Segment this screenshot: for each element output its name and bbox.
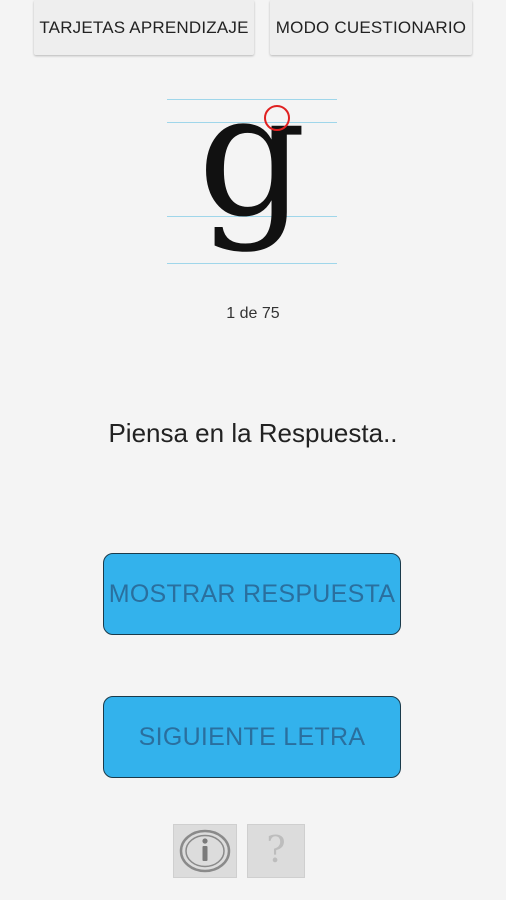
info-icon [179,829,231,873]
stroke-start-marker [264,105,290,131]
next-letter-button[interactable]: SIGUIENTE LETRA [103,696,401,778]
show-answer-button[interactable]: MOSTRAR RESPUESTA [103,553,401,635]
help-button[interactable]: ? [247,824,305,878]
tab-quiz[interactable]: MODO CUESTIONARIO [270,0,472,55]
question-mark-icon: ? [266,830,286,871]
card-counter: 1 de 75 [226,305,280,322]
prompt-text: Piensa en la Respuesta.. [108,418,398,448]
app-screen: TARJETAS APRENDIZAJE MODO CUESTIONARIO g… [0,0,506,900]
letter-display: g [167,71,337,273]
info-button[interactable] [173,824,237,878]
letter-glyph: g [197,57,307,255]
guide-line-descender [167,263,337,264]
tab-flashcards[interactable]: TARJETAS APRENDIZAJE [34,0,254,55]
